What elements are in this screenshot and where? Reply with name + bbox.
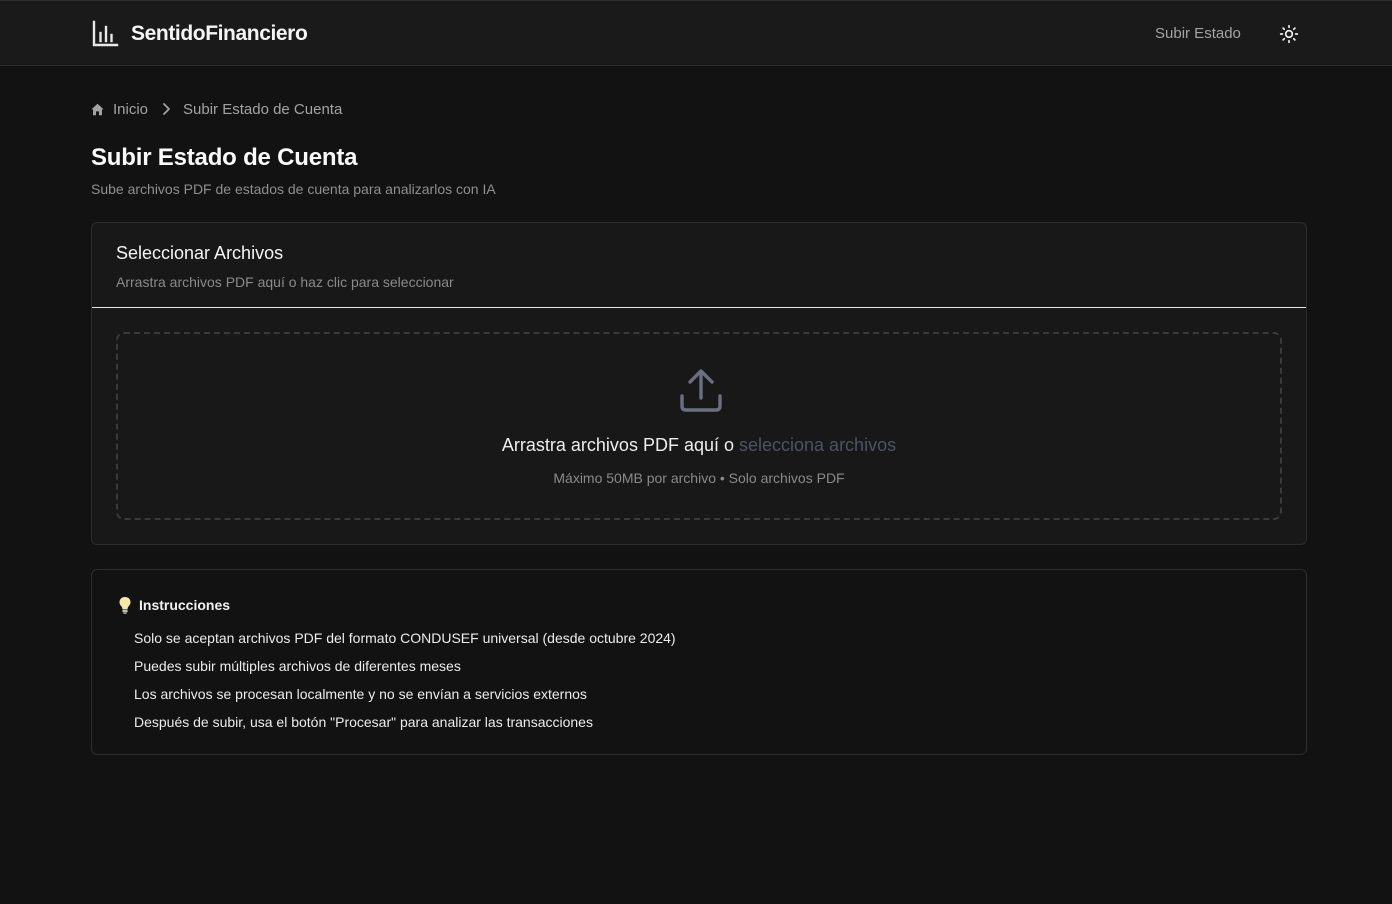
page-title: Subir Estado de Cuenta — [91, 144, 358, 171]
top-nav-bar: SentidoFinanciero Subir Estado — [0, 0, 1392, 66]
home-icon — [91, 103, 104, 115]
lightbulb-icon — [119, 596, 131, 614]
dropzone-prompt: Arrastra archivos PDF aquí o — [501, 435, 739, 455]
instructions-panel: Instrucciones Solo se aceptan archivos P… — [91, 569, 1307, 755]
instructions-header: Instrucciones — [118, 595, 230, 615]
bar-chart-icon — [92, 20, 119, 47]
instruction-item: Los archivos se procesan localmente y no… — [134, 686, 587, 702]
dropzone-text: Arrastra archivos PDF aquí o selecciona … — [118, 435, 1280, 456]
dropzone-hint: Máximo 50MB por archivo • Solo archivos … — [553, 470, 845, 486]
card-description: Arrastra archivos PDF aquí o haz clic pa… — [116, 274, 454, 290]
select-files-link[interactable]: selecciona archivos — [739, 435, 896, 455]
breadcrumb-current: Subir Estado de Cuenta — [183, 100, 343, 118]
file-dropzone[interactable]: Arrastra archivos PDF aquí o selecciona … — [116, 332, 1282, 520]
card-header: Seleccionar Archivos Arrastra archivos P… — [92, 223, 1306, 308]
instruction-item: Puedes subir múltiples archivos de difer… — [134, 658, 461, 674]
card-title: Seleccionar Archivos — [116, 243, 284, 263]
instructions-title: Instrucciones — [139, 597, 231, 613]
upload-icon — [680, 369, 722, 412]
theme-toggle-button[interactable] — [1277, 22, 1301, 46]
instruction-item: Solo se aceptan archivos PDF del formato… — [134, 630, 676, 646]
breadcrumb: Inicio Subir Estado de Cuenta — [91, 99, 342, 119]
chevron-right-icon — [163, 103, 170, 115]
instructions-list: Solo se aceptan archivos PDF del formato… — [134, 628, 676, 740]
file-select-card: Seleccionar Archivos Arrastra archivos P… — [91, 222, 1307, 545]
sun-icon — [1279, 24, 1299, 44]
nav-upload-statement-link[interactable]: Subir Estado — [1155, 25, 1241, 42]
page-subtitle: Sube archivos PDF de estados de cuenta p… — [91, 181, 496, 197]
breadcrumb-home-link[interactable]: Inicio — [113, 101, 148, 118]
instruction-item: Después de subir, usa el botón "Procesar… — [134, 714, 593, 730]
brand-logo[interactable]: SentidoFinanciero — [91, 20, 308, 48]
brand-name: SentidoFinanciero — [131, 22, 308, 45]
